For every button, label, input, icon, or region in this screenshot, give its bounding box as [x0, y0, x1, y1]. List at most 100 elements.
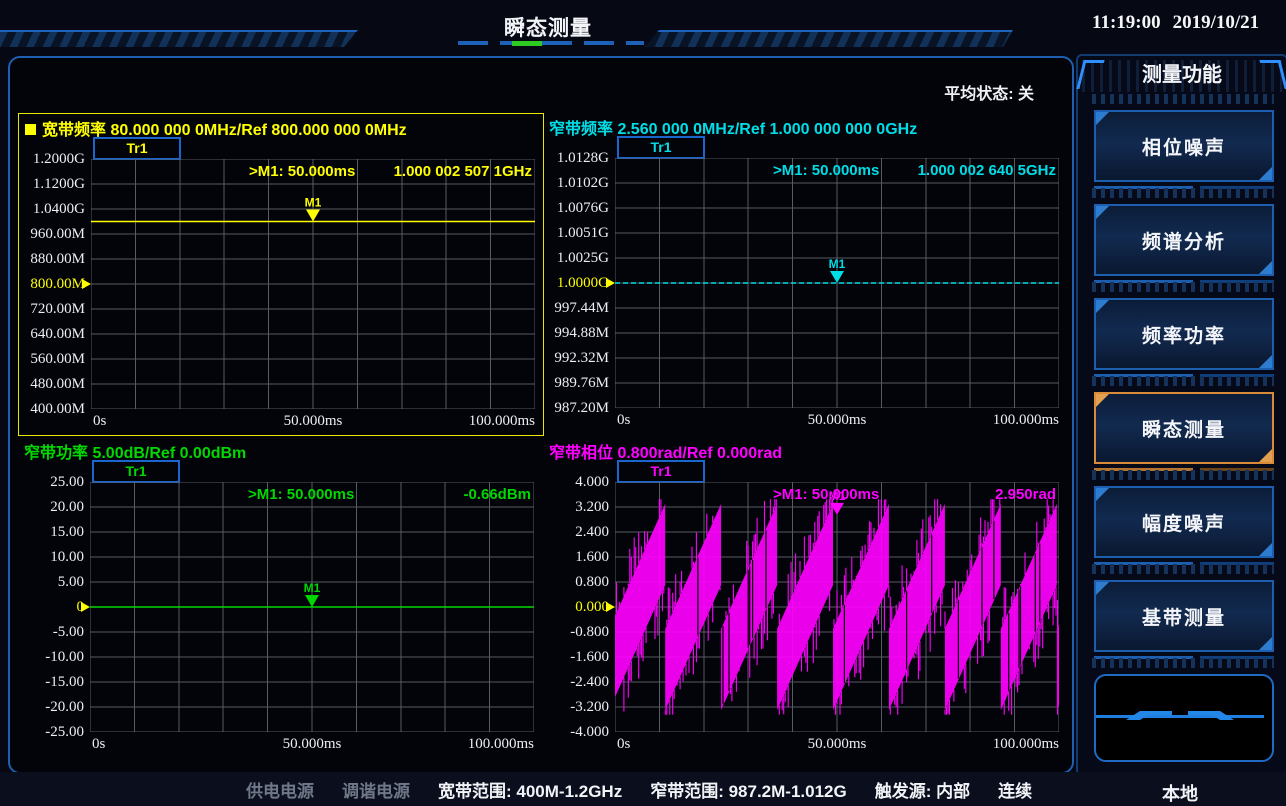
marker-readout-value: 1.000 002 507 1GHz — [394, 163, 532, 180]
marker-readout-value: -0.66dBm — [463, 486, 531, 503]
clock: 11:19:00 2019/10/21 — [1092, 12, 1282, 34]
marker-name: M1 — [305, 196, 322, 210]
clock-time: 11:19:00 — [1092, 12, 1161, 33]
trace-label[interactable]: Tr1 — [93, 137, 181, 160]
y-axis-tick: 1.0076G — [543, 199, 609, 217]
trace-label[interactable]: Tr1 — [617, 136, 705, 159]
y-axis-tick: 0.000 — [543, 598, 609, 616]
local-mode-label: 本地 — [1076, 780, 1284, 806]
y-axis-tick: 800.00M — [19, 275, 85, 293]
y-axis-tick: 1.0400G — [19, 200, 85, 218]
y-axis-tick: -3.200 — [543, 698, 609, 716]
sidebar-button-3[interactable]: 频率功率 — [1094, 298, 1274, 370]
y-axis-tick: 5.00 — [18, 573, 84, 591]
y-axis-tick: -4.000 — [543, 723, 609, 741]
y-axis-tick: 15.00 — [18, 523, 84, 541]
page-title: 瞬态测量 — [468, 12, 628, 42]
status-item-1: 供电电源 — [246, 777, 314, 802]
y-axis-tick: -0.800 — [543, 623, 609, 641]
status-item-4: 窄带范围: 987.2M-1.012G — [650, 777, 847, 802]
marker-name: M1 — [829, 489, 846, 503]
x-axis-tick: 100.000ms — [91, 413, 535, 430]
y-axis-tick: 1.0000G — [543, 274, 609, 292]
y-axis-tick: -5.00 — [18, 623, 84, 641]
y-axis-tick: 994.88M — [543, 324, 609, 342]
sidebar-button-1[interactable]: 相位噪声 — [1094, 110, 1274, 182]
sidebar-bottom-bracket-decoration — [1082, 704, 1278, 720]
status-items: 供电电源调谐电源宽带范围: 400M-1.2GHz窄带范围: 987.2M-1.… — [246, 772, 1032, 806]
chart-narrowband-power[interactable]: 窄带功率 5.00dB/Ref 0.00dBmTr125.0020.0015.0… — [18, 437, 542, 758]
sidebar-button-2[interactable]: 频谱分析 — [1094, 204, 1274, 276]
average-status-readout: 平均状态: 关 — [944, 80, 1034, 104]
y-axis-tick: 400.00M — [19, 400, 85, 418]
y-axis-tick: 4.000 — [543, 473, 609, 491]
reference-level-arrow-icon — [606, 278, 615, 288]
marker-triangle-icon — [830, 271, 844, 283]
sidebar-gap-hatch-decoration — [1092, 564, 1274, 574]
y-axis-tick: -20.00 — [18, 698, 84, 716]
y-axis-tick: 992.32M — [543, 349, 609, 367]
reference-level-arrow-icon — [82, 279, 91, 289]
sidebar-measure-functions: 测量功能 相位噪声频谱分析频率功率瞬态测量幅度噪声基带测量 — [1076, 54, 1286, 776]
y-axis-tick: 560.00M — [19, 350, 85, 368]
sidebar-header: 测量功能 — [1082, 60, 1282, 92]
y-axis-tick: 640.00M — [19, 325, 85, 343]
chart-title: 宽带频率 80.000 000 0MHz/Ref 800.000 000 0MH… — [25, 116, 407, 140]
title-underline-dashes — [458, 41, 644, 45]
marker-readout-time: >M1: 50.000ms — [773, 486, 879, 503]
sidebar-button-5[interactable]: 幅度噪声 — [1094, 486, 1274, 558]
y-axis-tick: -1.600 — [543, 648, 609, 666]
x-axis-tick: 100.000ms — [615, 736, 1059, 753]
x-axis-tick: 100.000ms — [90, 736, 534, 753]
marker-name: M1 — [829, 257, 846, 271]
y-axis-tick: 1.2000G — [19, 150, 85, 168]
marker-triangle-icon — [305, 595, 319, 607]
main-panel: 平均状态: 关 宽带频率 80.000 000 0MHz/Ref 800.000… — [8, 56, 1074, 774]
title-underline-active-segment — [512, 41, 542, 46]
y-axis-tick: 20.00 — [18, 498, 84, 516]
sidebar-button-4[interactable]: 瞬态测量 — [1094, 392, 1274, 464]
chart-title: 窄带频率 2.560 000 0MHz/Ref 1.000 000 000 0G… — [549, 115, 917, 139]
y-axis-tick: 1.0051G — [543, 224, 609, 242]
selected-chart-square-icon — [25, 124, 36, 135]
status-item-6: 连续 — [998, 777, 1032, 802]
y-axis-tick: 1.1200G — [19, 175, 85, 193]
y-axis-tick: 1.0025G — [543, 249, 609, 267]
marker-name: M1 — [304, 581, 321, 595]
y-axis-tick: 720.00M — [19, 300, 85, 318]
y-axis-tick: 0 — [18, 598, 84, 616]
sidebar-gap-hatch-decoration — [1092, 658, 1274, 668]
sidebar-gap-hatch-decoration — [1092, 282, 1274, 292]
y-axis-tick: 960.00M — [19, 225, 85, 243]
sidebar-gap-hatch-decoration — [1092, 188, 1274, 198]
plot-area: >M1: 50.000ms2.950radM1 — [615, 482, 1059, 732]
y-axis-tick: 997.44M — [543, 299, 609, 317]
y-axis-tick: 1.600 — [543, 548, 609, 566]
status-item-5: 触发源: 内部 — [875, 777, 970, 802]
marker-readout-time: >M1: 50.000ms — [773, 162, 879, 179]
y-axis-tick: 1.0128G — [543, 149, 609, 167]
plot-area: >M1: 50.000ms-0.66dBmM1 — [90, 482, 534, 732]
y-axis-tick: 3.200 — [543, 498, 609, 516]
trace-label[interactable]: Tr1 — [92, 460, 180, 483]
header-hatch-left-decoration — [0, 30, 358, 47]
sidebar-button-6[interactable]: 基带测量 — [1094, 580, 1274, 652]
chart-narrowband-phase[interactable]: 窄带相位 0.800rad/Ref 0.000radTr14.0003.2002… — [543, 437, 1067, 758]
sidebar-gap-hatch-decoration — [1092, 470, 1274, 480]
x-axis-tick: 100.000ms — [615, 412, 1059, 429]
y-axis-tick: 987.20M — [543, 399, 609, 417]
chart-wideband-frequency[interactable]: 宽带频率 80.000 000 0MHz/Ref 800.000 000 0MH… — [18, 113, 544, 436]
trace-label[interactable]: Tr1 — [617, 460, 705, 483]
clock-date: 2019/10/21 — [1173, 12, 1260, 33]
y-axis-tick: -15.00 — [18, 673, 84, 691]
marker-readout-time: >M1: 50.000ms — [249, 163, 355, 180]
y-axis-tick: 2.400 — [543, 523, 609, 541]
chart-narrowband-frequency[interactable]: 窄带频率 2.560 000 0MHz/Ref 1.000 000 000 0G… — [543, 113, 1067, 434]
y-axis-tick: -10.00 — [18, 648, 84, 666]
y-axis-tick: 10.00 — [18, 548, 84, 566]
marker-triangle-icon — [306, 210, 320, 222]
y-axis-tick: -25.00 — [18, 723, 84, 741]
sidebar-gap-hatch-decoration — [1092, 376, 1274, 386]
sidebar-gap-hatch-decoration — [1092, 94, 1274, 104]
marker-readout-value: 1.000 002 640 5GHz — [918, 162, 1056, 179]
